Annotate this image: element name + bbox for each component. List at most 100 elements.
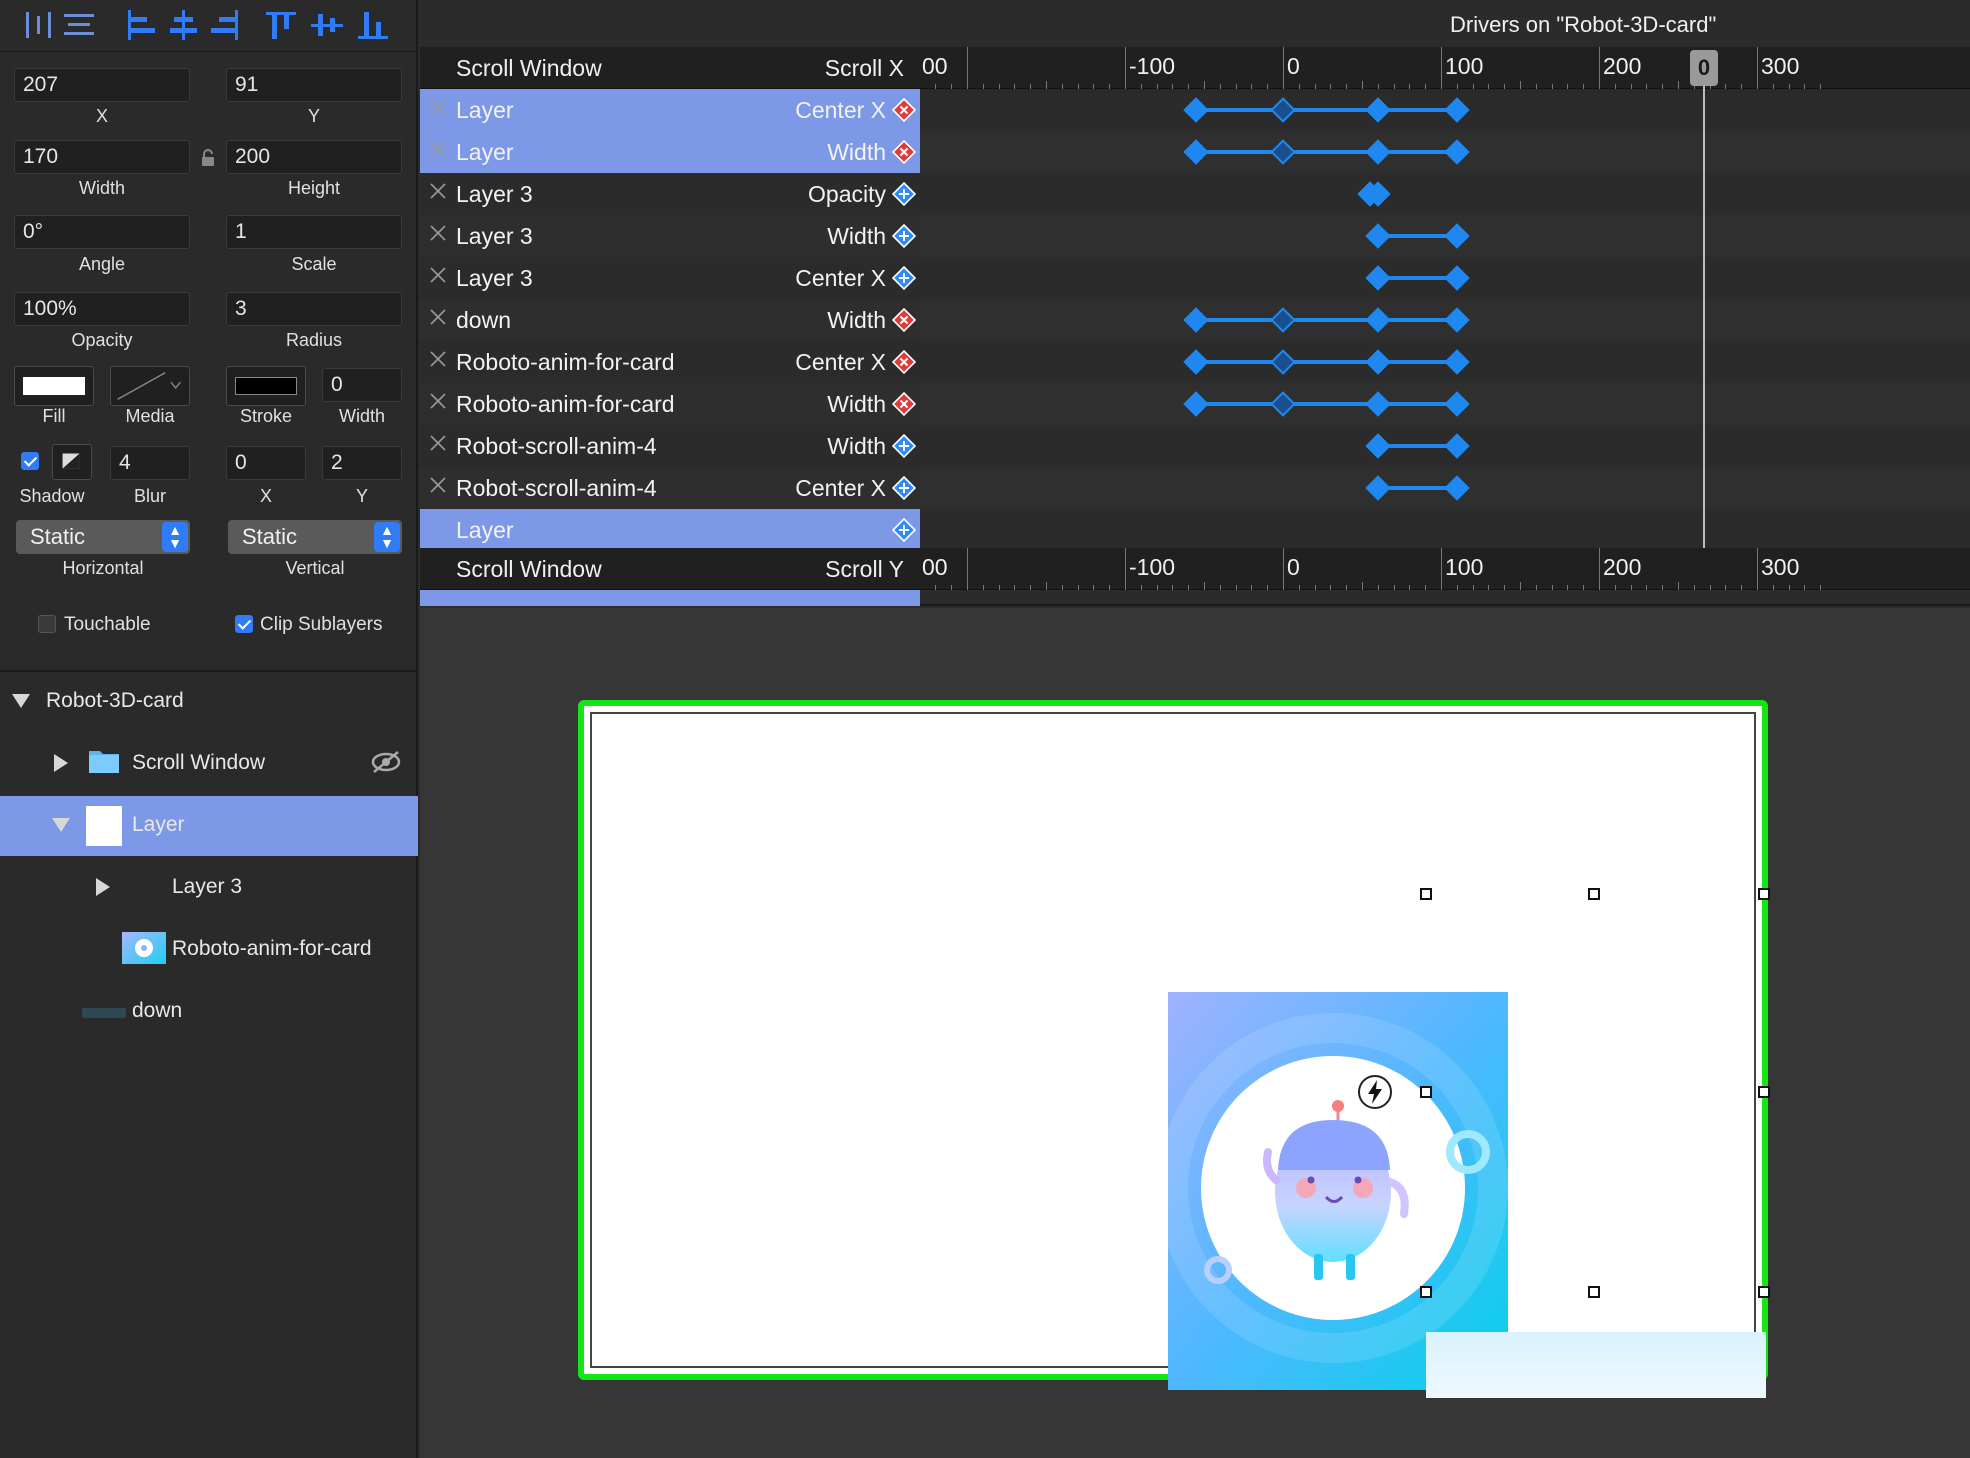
driver-row-header[interactable]: Layer 3 Center X xyxy=(420,257,920,299)
timeline-ruler[interactable]: 00 -100 0 100 200 300 xyxy=(920,47,1970,89)
media-well[interactable] xyxy=(110,366,190,406)
driver-row[interactable]: Layer 3 Width xyxy=(420,215,1970,257)
driver-row-header[interactable]: Layer 3 Width xyxy=(420,215,920,257)
keyframe-track[interactable] xyxy=(920,215,1970,257)
remove-driver-icon[interactable] xyxy=(428,433,448,453)
keyframe-diamond[interactable] xyxy=(1365,349,1391,375)
resize-handle-left[interactable] xyxy=(1420,1086,1432,1098)
keyframe-track[interactable] xyxy=(920,257,1970,299)
resize-handle-bottom-right[interactable] xyxy=(1758,1286,1770,1298)
layer-row-layer-3[interactable]: Layer 3 xyxy=(0,858,418,918)
remove-driver-icon[interactable] xyxy=(428,97,448,117)
playhead-line[interactable] xyxy=(1703,56,1705,548)
remove-keyframe-icon[interactable] xyxy=(892,392,916,416)
touchable-checkbox[interactable] xyxy=(38,615,56,633)
keyframe-track[interactable] xyxy=(920,89,1970,131)
resize-handle-top-left[interactable] xyxy=(1420,888,1432,900)
keyframe-diamond[interactable] xyxy=(1444,97,1470,123)
keyframe-diamond[interactable] xyxy=(1183,97,1209,123)
layer-row-roboto-anim[interactable]: Roboto-anim-for-card xyxy=(0,920,418,980)
driver-row-header[interactable]: Robot-scroll-anim-4 Center X xyxy=(420,467,920,509)
driver-row[interactable]: Layer 3 Opacity xyxy=(420,173,1970,215)
shadow-x-field[interactable]: 0 xyxy=(226,446,306,480)
opacity-field[interactable]: 100% xyxy=(14,292,190,326)
keyframe-diamond[interactable] xyxy=(1270,307,1296,333)
keyframe-diamond[interactable] xyxy=(1270,139,1296,165)
align-top-icon[interactable] xyxy=(262,8,300,42)
distribute-horizontal-icon[interactable] xyxy=(20,8,58,42)
keyframe-diamond[interactable] xyxy=(1444,139,1470,165)
keyframe-diamond[interactable] xyxy=(1365,475,1391,501)
distribute-vertical-icon[interactable] xyxy=(60,8,98,42)
driver-row[interactable]: Layer Width xyxy=(420,131,1970,173)
timeline-ruler[interactable]: 00 -100 0 100 200 300 xyxy=(920,548,1970,590)
keyframe-track[interactable] xyxy=(920,509,1970,551)
keyframe-diamond[interactable] xyxy=(1365,433,1391,459)
driver-row-header[interactable]: Roboto-anim-for-card Width xyxy=(420,383,920,425)
stroke-swatch[interactable] xyxy=(226,366,306,406)
keyframe-track[interactable] xyxy=(920,467,1970,509)
keyframe-diamond[interactable] xyxy=(1183,349,1209,375)
blur-field[interactable]: 4 xyxy=(110,446,190,480)
keyframe-track[interactable] xyxy=(920,425,1970,467)
align-center-vertical-icon[interactable] xyxy=(308,8,346,42)
keyframe-diamond[interactable] xyxy=(1365,139,1391,165)
remove-driver-icon[interactable] xyxy=(428,307,448,327)
driver-row-header[interactable]: Layer xyxy=(420,509,920,551)
x-field[interactable]: 207 xyxy=(14,68,190,102)
keyframe-diamond[interactable] xyxy=(1365,307,1391,333)
driver-row[interactable]: Layer 3 Center X xyxy=(420,257,1970,299)
eye-hidden-icon[interactable] xyxy=(370,750,402,774)
disclosure-right-icon[interactable] xyxy=(96,878,110,896)
robot-card-image[interactable] xyxy=(1168,992,1508,1390)
radius-field[interactable]: 3 xyxy=(226,292,402,326)
driver-row-header[interactable]: Layer Center X xyxy=(420,89,920,131)
remove-keyframe-icon[interactable] xyxy=(892,140,916,164)
keyframe-diamond[interactable] xyxy=(1444,349,1470,375)
stroke-width-field[interactable]: 0 xyxy=(322,368,402,402)
shadow-y-field[interactable]: 2 xyxy=(322,446,402,480)
align-center-horizontal-icon[interactable] xyxy=(164,8,202,42)
driver-row[interactable]: Layer xyxy=(420,509,1970,551)
driver-row[interactable]: Layer Center X xyxy=(420,89,1970,131)
y-field[interactable]: 91 xyxy=(226,68,402,102)
disclosure-right-icon[interactable] xyxy=(54,754,68,772)
keyframe-diamond[interactable] xyxy=(1444,391,1470,417)
remove-driver-icon[interactable] xyxy=(428,475,448,495)
layer-row-scroll-window[interactable]: Scroll Window xyxy=(0,734,418,794)
resize-handle-bottom-left[interactable] xyxy=(1420,1286,1432,1298)
keyframe-diamond[interactable] xyxy=(1270,349,1296,375)
layer-row-down[interactable]: down xyxy=(0,982,418,1042)
align-left-icon[interactable] xyxy=(122,8,160,42)
driver-row[interactable]: Robot-scroll-anim-4 Width xyxy=(420,425,1970,467)
remove-keyframe-icon[interactable] xyxy=(892,350,916,374)
keyframe-diamond[interactable] xyxy=(1444,223,1470,249)
remove-driver-icon[interactable] xyxy=(428,139,448,159)
add-keyframe-icon[interactable] xyxy=(892,266,916,290)
driver-row-header[interactable]: Layer 3 Opacity xyxy=(420,173,920,215)
angle-field[interactable]: 0° xyxy=(14,215,190,249)
keyframe-diamond[interactable] xyxy=(1365,223,1391,249)
height-field[interactable]: 200 xyxy=(226,140,402,174)
lock-icon[interactable] xyxy=(200,148,216,168)
keyframe-diamond[interactable] xyxy=(1365,265,1391,291)
add-keyframe-icon[interactable] xyxy=(892,434,916,458)
disclosure-down-icon[interactable] xyxy=(52,818,70,832)
remove-driver-icon[interactable] xyxy=(428,349,448,369)
width-field[interactable]: 170 xyxy=(14,140,190,174)
remove-driver-icon[interactable] xyxy=(428,265,448,285)
resize-handle-top[interactable] xyxy=(1588,888,1600,900)
keyframe-track[interactable] xyxy=(920,299,1970,341)
vertical-select[interactable]: Static ▲ ▼ xyxy=(228,520,402,554)
keyframe-diamond[interactable] xyxy=(1270,391,1296,417)
keyframe-diamond[interactable] xyxy=(1365,391,1391,417)
align-bottom-icon[interactable] xyxy=(354,8,392,42)
remove-driver-icon[interactable] xyxy=(428,391,448,411)
resize-handle-bottom[interactable] xyxy=(1588,1286,1600,1298)
driver-row[interactable]: down Width xyxy=(420,299,1970,341)
driver-row[interactable]: Roboto-anim-for-card Center X xyxy=(420,341,1970,383)
keyframe-track[interactable] xyxy=(920,173,1970,215)
driver-row-header[interactable]: Roboto-anim-for-card Center X xyxy=(420,341,920,383)
lightning-bolt-icon[interactable] xyxy=(1357,1074,1393,1110)
scale-field[interactable]: 1 xyxy=(226,215,402,249)
